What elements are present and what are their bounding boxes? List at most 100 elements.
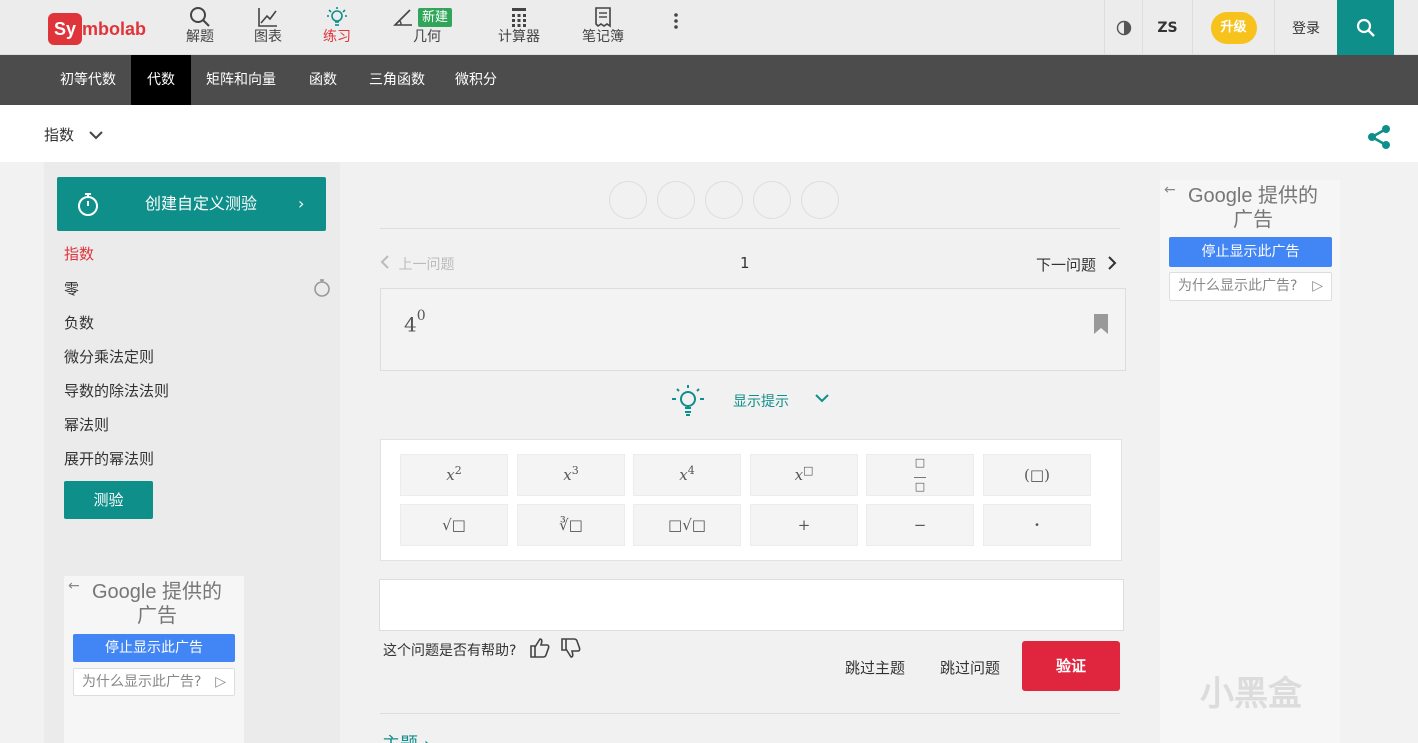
category-bar: 初等代数 代数 矩阵和向量 函数 三角函数 微积分: [0, 55, 1418, 105]
next-question-button[interactable]: 下一问题: [1036, 254, 1117, 275]
category-calculus[interactable]: 微积分: [448, 55, 504, 105]
notebook-icon: [595, 7, 611, 28]
logo-mark: Sy: [48, 13, 82, 45]
topic-header: 指数: [0, 105, 1418, 162]
key-nth-root[interactable]: □√□: [633, 504, 741, 546]
divider: [380, 228, 1120, 229]
create-quiz-button[interactable]: 创建自定义测验 ›: [57, 177, 326, 231]
key-multiply[interactable]: ·: [983, 504, 1091, 546]
math-keypad: x2 x3 x4 x □ □ □ (□) √□ ∛□ □√□ + − ·: [380, 439, 1122, 561]
stop-ad-button[interactable]: 停止显示此广告: [1169, 237, 1332, 267]
back-arrow-icon[interactable]: ←: [68, 578, 80, 594]
login-button[interactable]: 登录: [1274, 0, 1337, 55]
key-cube-root[interactable]: ∛□: [517, 504, 625, 546]
logo-text: mbolab: [82, 19, 147, 39]
progress-dot: [657, 181, 695, 219]
chevron-down-icon: [89, 131, 103, 140]
category-elementary-algebra[interactable]: 初等代数: [50, 55, 126, 105]
key-x-squared[interactable]: x2: [400, 454, 508, 496]
nav-graph[interactable]: 图表: [250, 6, 286, 50]
ad-panel-right: ← Google 提供的 广告 停止显示此广告 为什么显示此广告? ▷: [1160, 180, 1340, 743]
category-functions[interactable]: 函数: [300, 55, 346, 105]
nav-graph-label: 图表: [254, 29, 282, 45]
chevron-right-icon: [1108, 256, 1117, 270]
key-square-root[interactable]: √□: [400, 504, 508, 546]
sidebar-item-quotient-rule[interactable]: 导数的除法法则: [64, 381, 169, 401]
theme-toggle[interactable]: [1104, 0, 1142, 55]
skip-topic-button[interactable]: 跳过主题: [845, 657, 905, 678]
category-matrices-vectors[interactable]: 矩阵和向量: [198, 55, 284, 105]
share-icon: [1368, 125, 1390, 149]
key-parentheses[interactable]: (□): [983, 454, 1091, 496]
stopwatch-icon: [78, 193, 98, 216]
top-bar: Sy mbolab 解题 图表 练习 新建 几何 计算器 笔记簿 ZS 升级 登…: [0, 0, 1418, 55]
chevron-down-icon[interactable]: [814, 392, 830, 404]
nav-practice[interactable]: 练习: [319, 6, 355, 50]
sidebar-item-product-rule[interactable]: 微分乘法定则: [64, 347, 154, 367]
upgrade-container: 升级: [1192, 0, 1274, 55]
graph-icon: [258, 8, 277, 27]
sidebar-item-negative[interactable]: 负数: [64, 313, 94, 333]
why-ad-button[interactable]: 为什么显示此广告? ▷: [1169, 272, 1332, 301]
search-icon: [190, 7, 210, 27]
nav-calculator[interactable]: 计算器: [496, 6, 542, 50]
nav-geometry[interactable]: 新建 几何: [392, 6, 460, 50]
upgrade-button[interactable]: 升级: [1210, 11, 1257, 44]
search-icon: [1356, 18, 1375, 37]
stop-ad-button[interactable]: 停止显示此广告: [73, 634, 235, 662]
skip-question-button[interactable]: 跳过问题: [940, 657, 1000, 678]
category-trigonometry[interactable]: 三角函数: [362, 55, 432, 105]
lightbulb-icon: [327, 7, 347, 26]
nav-solve-label: 解题: [186, 29, 214, 45]
key-fraction[interactable]: □ □: [866, 454, 974, 496]
verify-button[interactable]: 验证: [1022, 641, 1120, 691]
helpful-question: 这个问题是否有帮助?: [383, 643, 517, 659]
search-button[interactable]: [1337, 0, 1394, 55]
sidebar-item-power-rule[interactable]: 幂法则: [64, 415, 109, 435]
question-number: 1: [740, 254, 750, 272]
key-x-fourth[interactable]: x4: [633, 454, 741, 496]
progress-dot: [753, 181, 791, 219]
answer-input[interactable]: [379, 579, 1124, 631]
sidebar-item-exponents[interactable]: 指数: [64, 244, 94, 264]
category-algebra[interactable]: 代数: [131, 55, 191, 105]
play-icon: ▷: [1312, 278, 1323, 294]
back-arrow-icon[interactable]: ←: [1164, 182, 1176, 198]
share-button[interactable]: [1366, 124, 1392, 154]
divider: [380, 713, 1120, 714]
test-button[interactable]: 测验: [64, 481, 153, 519]
nav-solve[interactable]: 解题: [182, 6, 218, 50]
show-hint-button[interactable]: 显示提示: [733, 391, 789, 411]
nav-practice-label: 练习: [323, 29, 351, 45]
user-avatar[interactable]: ZS: [1142, 0, 1192, 55]
create-quiz-label: 创建自定义测验: [145, 194, 258, 213]
more-vertical-icon: [674, 13, 678, 29]
key-plus[interactable]: +: [750, 504, 858, 546]
why-ad-button[interactable]: 为什么显示此广告? ▷: [73, 668, 235, 696]
topics-link[interactable]: 主题 ›: [382, 730, 431, 743]
thumbs-up-icon[interactable]: [529, 637, 551, 659]
sidebar-item-zero[interactable]: 零: [64, 279, 79, 299]
topic-dropdown[interactable]: 指数: [44, 124, 103, 145]
lightbulb-icon[interactable]: [670, 384, 706, 418]
nav-geometry-label: 几何: [413, 29, 441, 45]
question-expression: 40: [404, 308, 426, 337]
nav-notebook-label: 笔记簿: [582, 29, 624, 45]
symbolab-logo[interactable]: Sy mbolab: [48, 13, 152, 45]
bookmark-icon[interactable]: [1093, 313, 1109, 335]
nav-notebook[interactable]: 笔记簿: [580, 6, 626, 50]
stopwatch-icon[interactable]: [313, 278, 331, 298]
contrast-icon: [1116, 20, 1131, 35]
topic-dropdown-label: 指数: [44, 126, 75, 144]
play-icon: ▷: [215, 674, 226, 690]
more-menu-button[interactable]: [668, 12, 684, 56]
thumbs-down-icon[interactable]: [560, 637, 582, 659]
progress-dot: [705, 181, 743, 219]
key-minus[interactable]: −: [866, 504, 974, 546]
progress-dot: [801, 181, 839, 219]
key-x-power[interactable]: x □: [750, 454, 858, 496]
sidebar-item-expanded-power-rule[interactable]: 展开的幂法则: [64, 449, 154, 469]
new-badge: 新建: [418, 8, 453, 27]
key-x-cubed[interactable]: x3: [517, 454, 625, 496]
previous-question-button[interactable]: 上一问题: [380, 254, 454, 274]
